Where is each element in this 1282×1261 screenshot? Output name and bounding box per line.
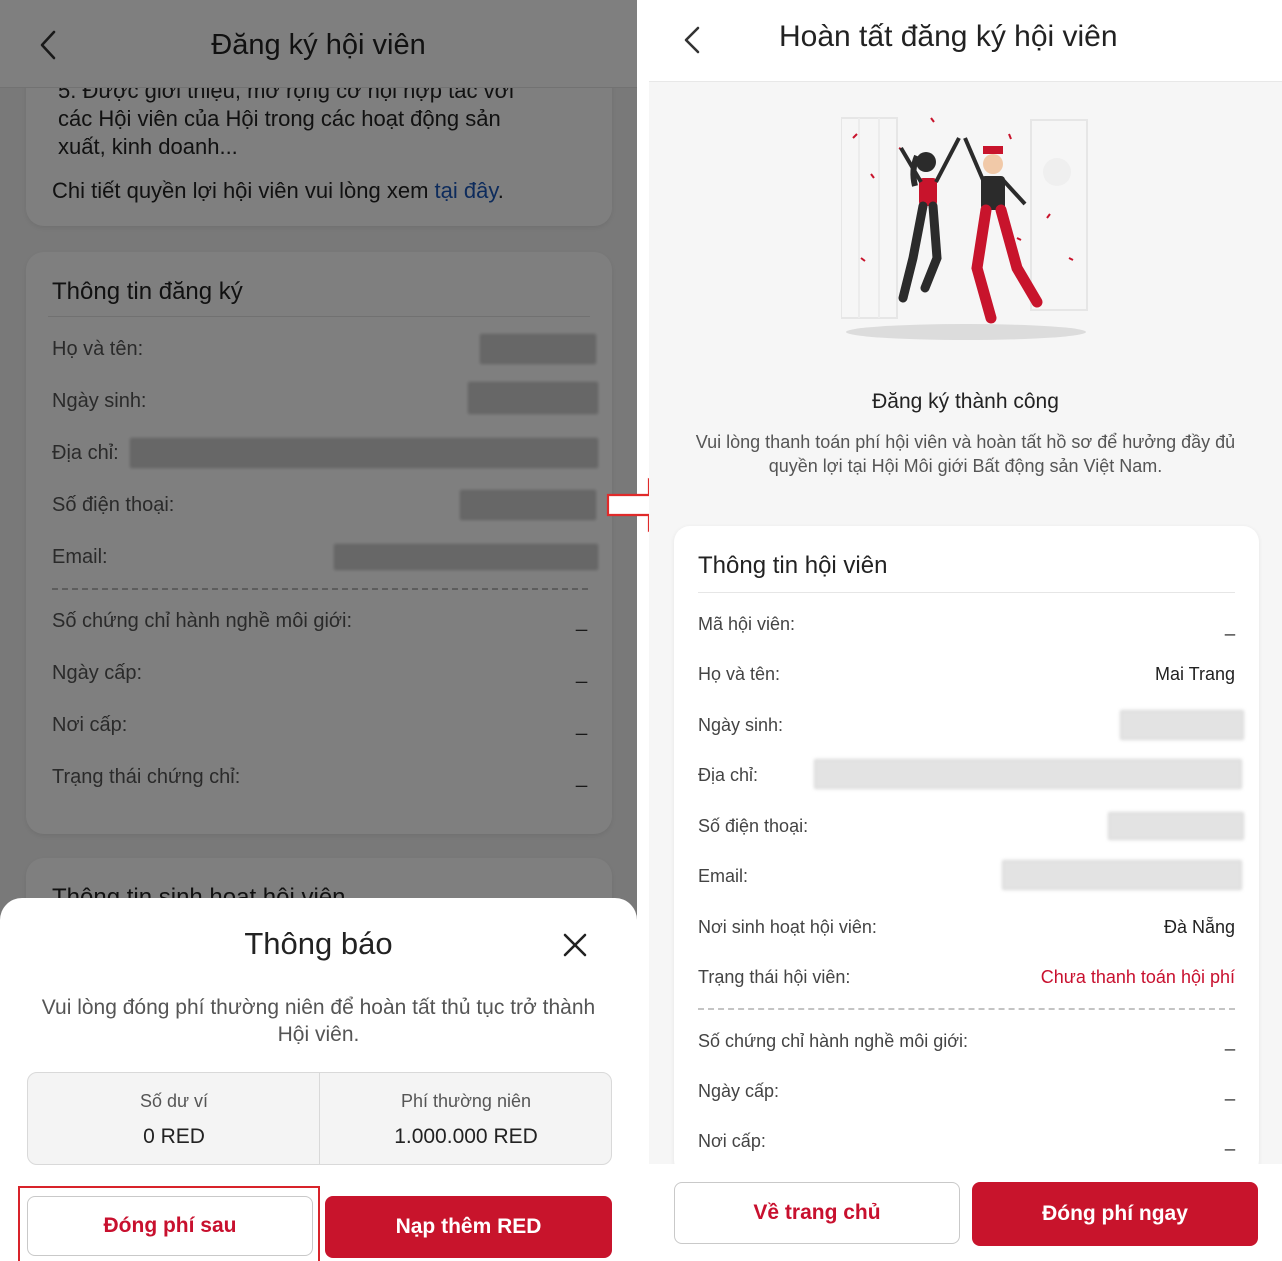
close-icon[interactable]: [558, 928, 592, 962]
field-label: Số chứng chỉ hành nghề môi giới:: [698, 1031, 969, 1051]
right-header: Hoàn tất đăng ký hội viên: [649, 0, 1282, 82]
annual-fee-label: Phí thường niên: [401, 1091, 531, 1111]
annual-fee-cell: Phí thường niên 1.000.000 RED: [320, 1073, 611, 1164]
page-title: Hoàn tất đăng ký hội viên: [779, 20, 1118, 53]
field-label: Trạng thái hội viên:: [698, 967, 851, 987]
birthdate-value-redacted: [1120, 710, 1244, 740]
field-label: Số điện thoại:: [698, 816, 809, 836]
sheet-title: Thông báo: [244, 926, 393, 961]
notification-sheet: Thông báo Vui lòng đóng phí thường niên …: [0, 898, 637, 1261]
email-value-redacted: [1002, 860, 1242, 890]
right-screen: Hoàn tất đăng ký hội viên Đăng ký thành …: [649, 0, 1282, 1261]
pay-now-button[interactable]: Đóng phí ngay: [972, 1182, 1258, 1246]
field-label: Ngày sinh:: [698, 715, 784, 735]
success-title: Đăng ký thành công: [872, 390, 1059, 413]
field-label: Nơi sinh hoạt hội viên:: [698, 917, 877, 937]
section-title: Thông tin hội viên: [698, 552, 888, 579]
member-id-value: _: [1224, 616, 1235, 636]
field-label: Ngày cấp:: [698, 1081, 780, 1101]
home-button[interactable]: Về trang chủ: [674, 1182, 960, 1244]
back-arrow-icon[interactable]: [679, 24, 707, 56]
member-info-card: Thông tin hội viên Mã hội viên: _ Họ và …: [674, 526, 1259, 1176]
address-value-redacted: [814, 759, 1242, 789]
field-value: _: [1224, 1131, 1235, 1151]
wallet-balance-value: 0 RED: [143, 1125, 205, 1148]
field-label: Email:: [698, 866, 749, 886]
sheet-message: Vui lòng đóng phí thường niên để hoàn tấ…: [41, 996, 596, 1046]
field-label: Địa chỉ:: [698, 765, 759, 785]
field-label: Nơi cấp:: [698, 1131, 766, 1151]
action-footer: Về trang chủ Đóng phí ngay: [649, 1164, 1282, 1261]
status-badge: Chưa thanh toán hội phí: [1040, 967, 1235, 987]
fee-summary-table: Số dư ví 0 RED Phí thường niên 1.000.000…: [27, 1072, 612, 1165]
dashed-divider: [698, 1008, 1235, 1010]
field-label: Mã hội viên:: [698, 614, 796, 634]
field-value: _: [1224, 1081, 1235, 1101]
wallet-balance-label: Số dư ví: [139, 1091, 209, 1111]
phone-value-redacted: [1108, 812, 1244, 840]
topup-red-button[interactable]: Nạp thêm RED: [325, 1196, 612, 1258]
field-value: _: [1224, 1031, 1235, 1051]
field-label: Họ và tên:: [698, 664, 781, 684]
celebration-illustration: [841, 117, 1088, 340]
wallet-balance-cell: Số dư ví 0 RED: [28, 1073, 320, 1164]
left-screen: 5. Được giới thiệu, mở rộng cơ hội hợp t…: [0, 0, 637, 1261]
highlight-box: [18, 1186, 320, 1261]
full-name-value: Mai Trang: [1154, 664, 1235, 684]
success-description: Vui lòng thanh toán phí hội viên và hoàn…: [695, 432, 1236, 476]
annual-fee-value: 1.000.000 RED: [394, 1125, 538, 1148]
divider: [698, 592, 1235, 593]
branch-value: Đà Nẵng: [1163, 917, 1235, 937]
